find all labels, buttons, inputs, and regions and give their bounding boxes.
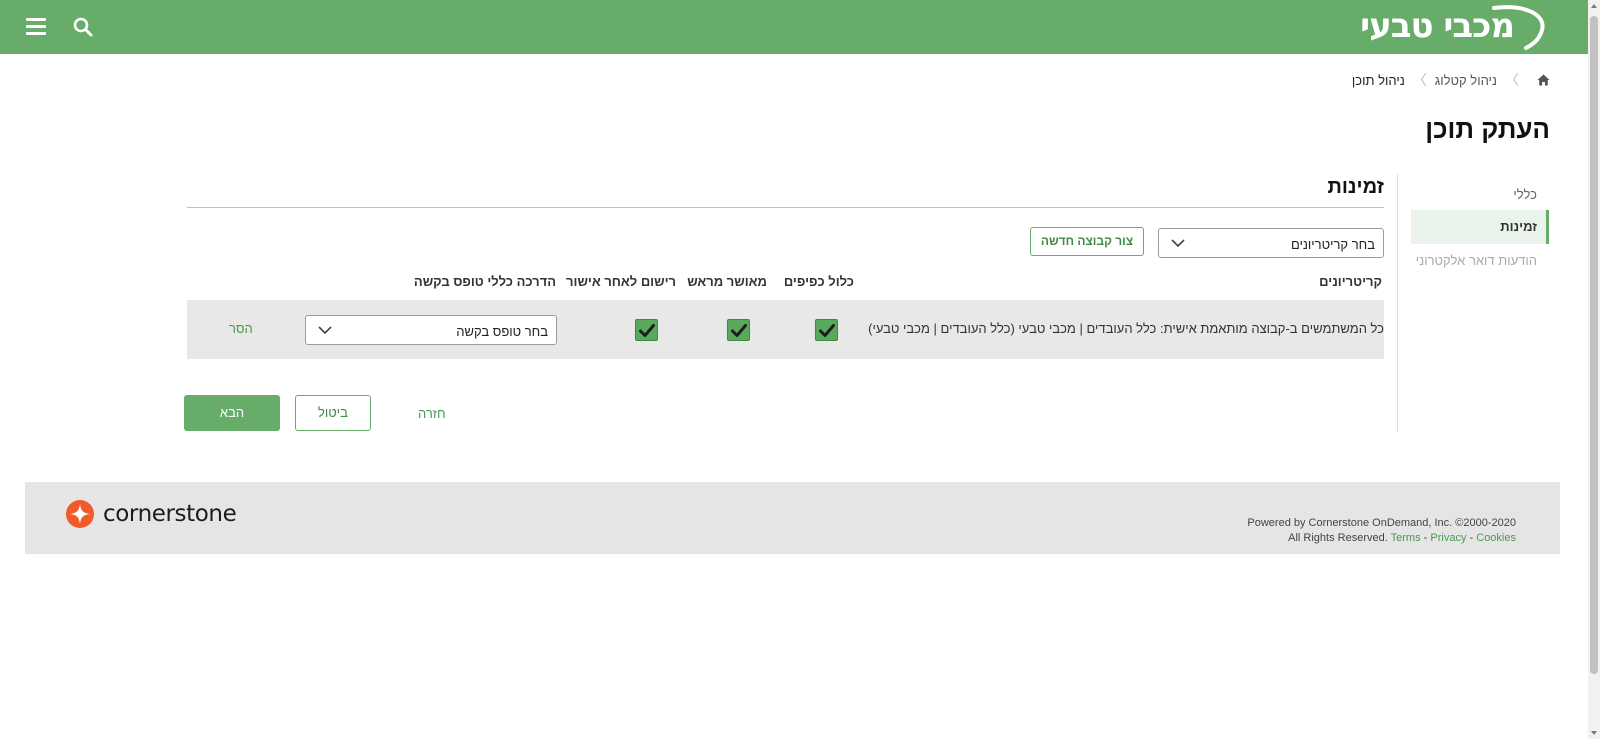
home-icon[interactable] <box>1537 74 1550 86</box>
section-title: זמינות <box>1327 176 1384 198</box>
sidenav-item-email-notifications[interactable]: הודעות דואר אלקטרוני <box>1411 244 1549 278</box>
pre-approved-checkbox[interactable] <box>727 319 750 341</box>
scroll-up-icon[interactable] <box>1590 2 1598 10</box>
chevron-down-icon <box>1171 239 1185 248</box>
breadcrumb-separator: 〉 <box>1412 72 1427 88</box>
footer: cornerstone Powered by Cornerstone OnDem… <box>25 482 1560 554</box>
cornerstone-star-icon <box>66 500 94 528</box>
logo-text: מכבי טבעי <box>1360 6 1515 46</box>
column-header-request-form: הדרכה כללי טופס בקשה <box>413 274 556 289</box>
search-icon[interactable] <box>73 17 93 37</box>
footer-dash: - <box>1423 532 1428 544</box>
checkmark-icon <box>639 324 655 337</box>
breadcrumb: 〉 ניהול קטלוג 〉 ניהול תוכן <box>1352 70 1550 90</box>
column-header-criteria: קריטריונים <box>1319 274 1382 289</box>
register-after-approval-checkbox[interactable] <box>635 319 658 341</box>
footer-legal-text: Powered by Cornerstone OnDemand, Inc. ©2… <box>1247 516 1516 546</box>
terms-link[interactable]: Terms <box>1391 532 1421 544</box>
request-form-select[interactable]: בחר טופס בקשה <box>305 315 557 345</box>
breadcrumb-catalog-management[interactable]: ניהול קטלוג <box>1435 73 1497 88</box>
next-button[interactable]: הבא <box>184 395 280 431</box>
privacy-link[interactable]: Privacy <box>1430 532 1466 544</box>
powered-by-text: Powered by Cornerstone OnDemand, Inc. ©2… <box>1247 517 1516 529</box>
include-subordinates-checkbox[interactable] <box>815 319 838 341</box>
cancel-button[interactable]: ביטול <box>295 395 371 431</box>
side-navigation: כללי זמינות הודעות דואר אלקטרוני <box>1397 174 1551 432</box>
column-header-register-after-approval: רישום לאחר אישור <box>566 274 676 289</box>
checkmark-icon <box>731 324 747 337</box>
hamburger-menu-icon[interactable] <box>26 18 46 36</box>
column-header-pre-approved: מאושר מראש <box>687 274 767 289</box>
section-divider <box>187 207 1384 208</box>
remove-row-link[interactable]: הסר <box>229 321 253 336</box>
scroll-down-icon[interactable] <box>1590 729 1598 737</box>
breadcrumb-content-management: ניהול תוכן <box>1351 72 1405 88</box>
scrollbar-thumb[interactable] <box>1590 16 1598 674</box>
page-title: העתק תוכן <box>1425 114 1550 144</box>
rights-text: All Rights Reserved. <box>1288 532 1388 544</box>
sidenav-item-general[interactable]: כללי <box>1411 178 1549 212</box>
back-link[interactable]: חזרה <box>418 406 446 421</box>
footer-dash: - <box>1469 532 1474 544</box>
request-form-select-value: בחר טופס בקשה <box>456 324 548 339</box>
column-header-include-subordinates: כלול כפיפים <box>783 274 854 289</box>
scrollbar[interactable] <box>1588 0 1600 739</box>
criteria-select-value: בחר קריטריונים <box>1290 237 1375 252</box>
brand-logo[interactable]: מכבי טבעי <box>1348 2 1548 52</box>
cookies-link[interactable]: Cookies <box>1476 532 1516 544</box>
chevron-down-icon <box>318 326 332 335</box>
criteria-select[interactable]: בחר קריטריונים <box>1158 228 1384 258</box>
cornerstone-wordmark: cornerstone <box>103 501 237 527</box>
row-criteria-text: כל המשתמשים ב-קבוצה מותאמת אישית: כלל הע… <box>868 321 1384 336</box>
checkmark-icon <box>819 324 835 337</box>
top-header-bar: מכבי טבעי <box>0 0 1588 54</box>
cornerstone-logo[interactable]: cornerstone <box>65 499 237 529</box>
sidenav-item-availability[interactable]: זמינות <box>1411 210 1549 244</box>
create-new-group-button[interactable]: צור קבוצה חדשה <box>1030 227 1144 256</box>
breadcrumb-separator: 〉 <box>1505 72 1519 88</box>
